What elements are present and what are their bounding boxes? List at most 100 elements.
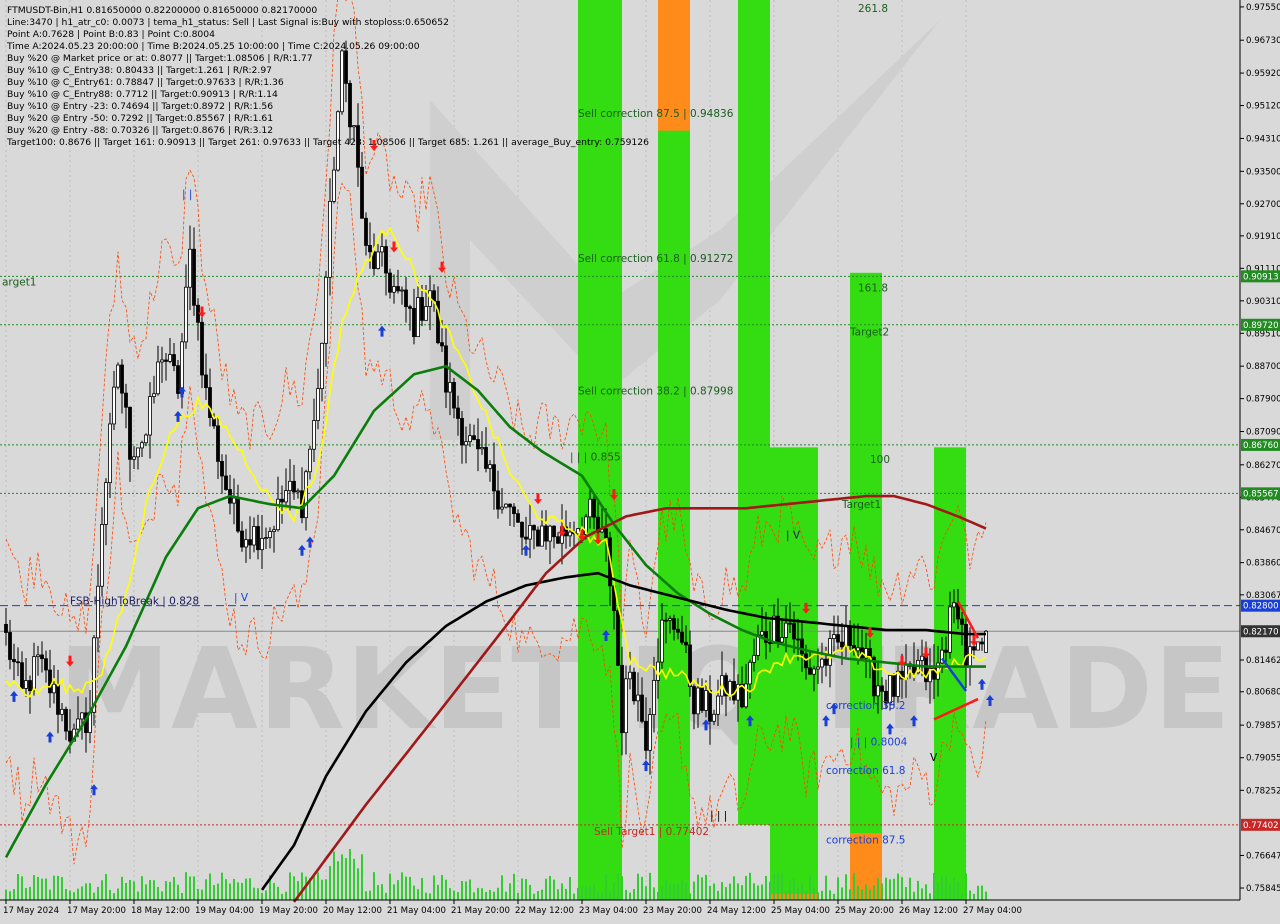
price-chart[interactable]: MARKET IQ TRADE Sell correction 87.5 | 0… (0, 0, 1280, 920)
volume-bar (465, 881, 467, 900)
volume-bar (957, 881, 959, 900)
candle-body (156, 361, 160, 395)
volume-bar (493, 891, 495, 900)
price-label: 0.91910 (1246, 232, 1280, 242)
price-label: 0.83067 (1246, 591, 1280, 601)
candle-body (36, 654, 40, 658)
zone-box (578, 0, 622, 900)
volume-bar (841, 887, 843, 900)
volume-bar (873, 885, 875, 900)
volume-bar (961, 893, 963, 900)
candle-body (68, 730, 72, 742)
volume-bar (73, 892, 75, 900)
volume-bar (893, 878, 895, 900)
volume-bar (669, 883, 671, 900)
volume-bar (205, 879, 207, 900)
volume-bar (757, 885, 759, 900)
price-label: 0.96730 (1246, 36, 1280, 46)
volume-bar (733, 876, 735, 900)
volume-bar (545, 878, 547, 900)
candle-body (756, 634, 760, 656)
candle-body (236, 497, 240, 532)
candle-body (284, 490, 288, 503)
volume-bar (69, 890, 71, 900)
candle-body (808, 667, 812, 675)
candle-body (256, 526, 260, 551)
volume-bar (773, 873, 775, 900)
time-label: 19 May 04:00 (195, 906, 254, 916)
candle-body (976, 641, 980, 651)
candle-body (492, 464, 496, 492)
candle-body (644, 720, 648, 751)
volume-bar (361, 854, 363, 900)
volume-bar (157, 886, 159, 900)
price-label: 0.88700 (1246, 362, 1280, 372)
candle-body (460, 418, 464, 446)
volume-bar (457, 892, 459, 900)
candle-body (632, 671, 636, 702)
candle-body (876, 685, 880, 697)
candle-body (124, 392, 128, 408)
volume-bar (489, 890, 491, 900)
candle-body (360, 166, 364, 219)
volume-bar (213, 885, 215, 900)
candle-body (680, 631, 684, 643)
candle-body (872, 656, 876, 697)
candle-body (912, 665, 916, 674)
volume-bar (945, 876, 947, 900)
candle-body (788, 622, 792, 625)
candle-body (32, 656, 36, 692)
candle-body (164, 359, 168, 362)
volume-bar (697, 874, 699, 900)
candle-body (524, 536, 528, 540)
info-line: Buy %20 @ Entry -50: 0.7292 || Target:0.… (7, 113, 273, 124)
level-label: correction 38.2 (826, 700, 905, 712)
volume-bar (753, 883, 755, 900)
volume-bar (473, 892, 475, 900)
candle-body (648, 714, 652, 751)
candle-body (4, 623, 8, 633)
candle-body (108, 423, 112, 484)
candle-body (828, 638, 832, 666)
volume-bar (881, 883, 883, 900)
info-line: Target100: 0.8676 || Target 161: 0.90913… (6, 137, 649, 148)
volume-bar (633, 889, 635, 900)
volume-bar (433, 875, 435, 900)
volume-bar (221, 872, 223, 900)
volume-bar (853, 872, 855, 900)
candle-body (780, 637, 784, 643)
volume-bar (965, 873, 967, 900)
volume-bar (865, 884, 867, 900)
volume-bar (469, 879, 471, 900)
candle-body (676, 628, 680, 633)
price-label: 0.78252 (1246, 786, 1280, 796)
volume-bar (597, 892, 599, 900)
candle-body (520, 521, 524, 538)
price-label: 0.93500 (1246, 167, 1280, 177)
volume-bar (289, 872, 291, 900)
candle-body (244, 539, 248, 548)
candle-body (700, 687, 704, 711)
volume-bar (513, 873, 515, 900)
volume-bar (461, 881, 463, 900)
candle-body (380, 246, 384, 253)
candle-body (12, 659, 16, 663)
volume-bar (621, 876, 623, 900)
level-label: 100 (870, 454, 890, 466)
volume-bar (777, 872, 779, 900)
candle-body (712, 713, 716, 722)
volume-bar (401, 872, 403, 900)
time-label: 23 May 04:00 (579, 906, 638, 916)
volume-bar (801, 883, 803, 900)
volume-bar (357, 868, 359, 900)
volume-bar (169, 881, 171, 900)
time-label: 27 May 04:00 (963, 906, 1022, 916)
price-label: 0.95120 (1246, 102, 1280, 112)
volume-bar (145, 884, 147, 900)
volume-bar (217, 883, 219, 900)
volume-bar (377, 885, 379, 900)
candle-body (316, 388, 320, 421)
volume-bar (29, 886, 31, 900)
candle-body (216, 425, 220, 462)
candle-body (332, 169, 336, 202)
